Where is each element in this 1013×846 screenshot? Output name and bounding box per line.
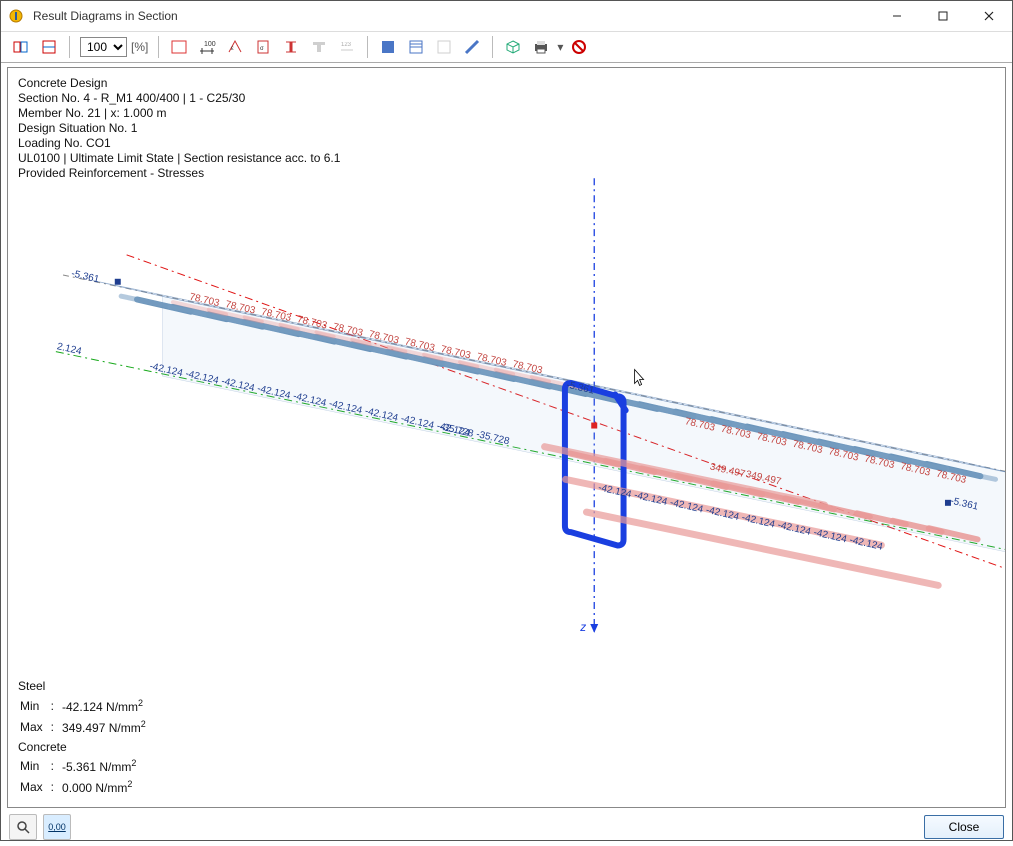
section-t-button[interactable] — [306, 34, 332, 60]
diagram-canvas[interactable]: Concrete Design Section No. 4 - R_M1 400… — [7, 67, 1006, 808]
title-bar: Result Diagrams in Section — [1, 1, 1012, 32]
dropdown-caret-icon[interactable]: ▾ — [557, 40, 563, 54]
fill-c-button[interactable] — [431, 34, 457, 60]
numbering-button[interactable]: 123 — [334, 34, 360, 60]
section-i-button[interactable] — [278, 34, 304, 60]
fill-d-button[interactable] — [459, 34, 485, 60]
svg-text:σ: σ — [260, 46, 264, 52]
svg-text:2.124: 2.124 — [56, 341, 83, 357]
dialog-footer: 0,00 Close — [1, 808, 1012, 846]
zoom-select[interactable]: 5075100125150200 — [80, 37, 127, 57]
search-footer-button[interactable] — [9, 814, 37, 840]
svg-text:-42.124: -42.124 — [669, 497, 705, 515]
stress-a-button[interactable]: ε — [222, 34, 248, 60]
close-button[interactable]: Close — [924, 815, 1004, 839]
view-mode-a-button[interactable] — [8, 34, 34, 60]
iso-view-button[interactable] — [500, 34, 526, 60]
zoom-control[interactable]: 5075100125150200 [%] — [80, 37, 148, 57]
maximize-button[interactable] — [920, 1, 966, 31]
svg-text:-42.124: -42.124 — [633, 490, 669, 508]
svg-text:123: 123 — [341, 42, 352, 48]
svg-text:-5.361: -5.361 — [70, 268, 100, 285]
svg-text:-42.124: -42.124 — [777, 520, 813, 538]
zoom-unit-label: [%] — [131, 40, 148, 54]
minimize-button[interactable] — [874, 1, 920, 31]
toolbar: 5075100125150200 [%] 100 ε σ 123 ▾ — [1, 32, 1012, 63]
frame-toggle-button[interactable] — [166, 34, 192, 60]
svg-text:100: 100 — [204, 41, 216, 48]
svg-text:-42.124: -42.124 — [812, 527, 848, 545]
svg-text:z: z — [579, 620, 586, 634]
print-button[interactable] — [528, 34, 554, 60]
svg-text:-42.124: -42.124 — [705, 505, 741, 523]
fill-b-button[interactable] — [403, 34, 429, 60]
svg-text:-42.124: -42.124 — [741, 512, 777, 530]
scene-svg: z-5.361-5.361-5.3612.124-42.124-42.124-4… — [8, 68, 1005, 807]
dimension-button[interactable]: 100 — [194, 34, 220, 60]
svg-text:-42.124: -42.124 — [597, 482, 633, 500]
app-icon — [1, 8, 31, 24]
close-window-button[interactable] — [966, 1, 1012, 31]
svg-text:-42.124: -42.124 — [848, 535, 884, 553]
fill-a-button[interactable] — [375, 34, 401, 60]
window-title: Result Diagrams in Section — [31, 9, 874, 23]
delete-diagram-button[interactable] — [566, 34, 592, 60]
units-footer-button[interactable]: 0,00 — [43, 814, 71, 840]
stress-b-button[interactable]: σ — [250, 34, 276, 60]
view-mode-b-button[interactable] — [36, 34, 62, 60]
svg-text:ε: ε — [231, 46, 234, 52]
